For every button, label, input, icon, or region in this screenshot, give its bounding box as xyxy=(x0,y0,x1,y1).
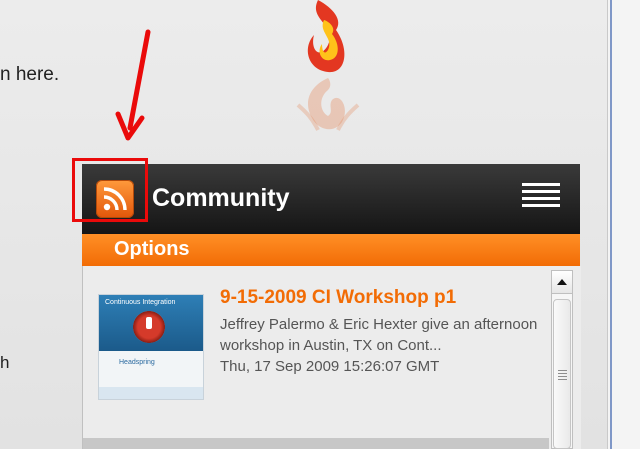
background-text-line-2: h xyxy=(0,353,10,372)
feed-item-date: Thu, 17 Sep 2009 15:26:07 GMT xyxy=(220,358,440,375)
feed-item[interactable]: Continuous Integration Headspring 9-15-2… xyxy=(83,266,549,438)
scroll-up-arrow-icon[interactable] xyxy=(552,271,572,294)
feed-item-title[interactable]: 9-15-2009 CI Workshop p1 xyxy=(220,287,456,309)
scroll-thumb[interactable] xyxy=(553,299,571,449)
annotation-arrow-icon xyxy=(115,29,151,141)
grip-icon xyxy=(558,370,567,382)
flame-logo-icon xyxy=(296,0,360,131)
right-window-edge xyxy=(607,0,640,449)
community-widget: Community Options Continuous Integration… xyxy=(72,158,581,449)
hamburger-menu-icon[interactable] xyxy=(522,183,560,213)
options-bar[interactable]: Options xyxy=(82,234,580,266)
feed-content: Continuous Integration Headspring 9-15-2… xyxy=(82,266,581,449)
background-text-line-1: n here. xyxy=(0,64,60,85)
thumbnail-footer xyxy=(99,387,203,399)
widget-header: Community xyxy=(72,158,580,234)
feed-item-description: Jeffrey Palermo & Eric Hexter give an af… xyxy=(220,316,538,354)
edge-line xyxy=(610,0,612,449)
widget-title: Community xyxy=(152,184,290,212)
power-logo-icon xyxy=(133,311,165,343)
thumbnail-subtitle: Headspring xyxy=(119,359,155,366)
annotation-highlight-box xyxy=(72,158,148,222)
vertical-scrollbar[interactable] xyxy=(551,270,573,449)
options-label[interactable]: Options xyxy=(114,238,190,261)
video-thumbnail[interactable]: Continuous Integration Headspring xyxy=(98,294,204,400)
thumbnail-title: Continuous Integration xyxy=(105,299,176,306)
next-item-divider xyxy=(83,438,549,449)
thumbnail-banner: Continuous Integration xyxy=(99,295,203,351)
